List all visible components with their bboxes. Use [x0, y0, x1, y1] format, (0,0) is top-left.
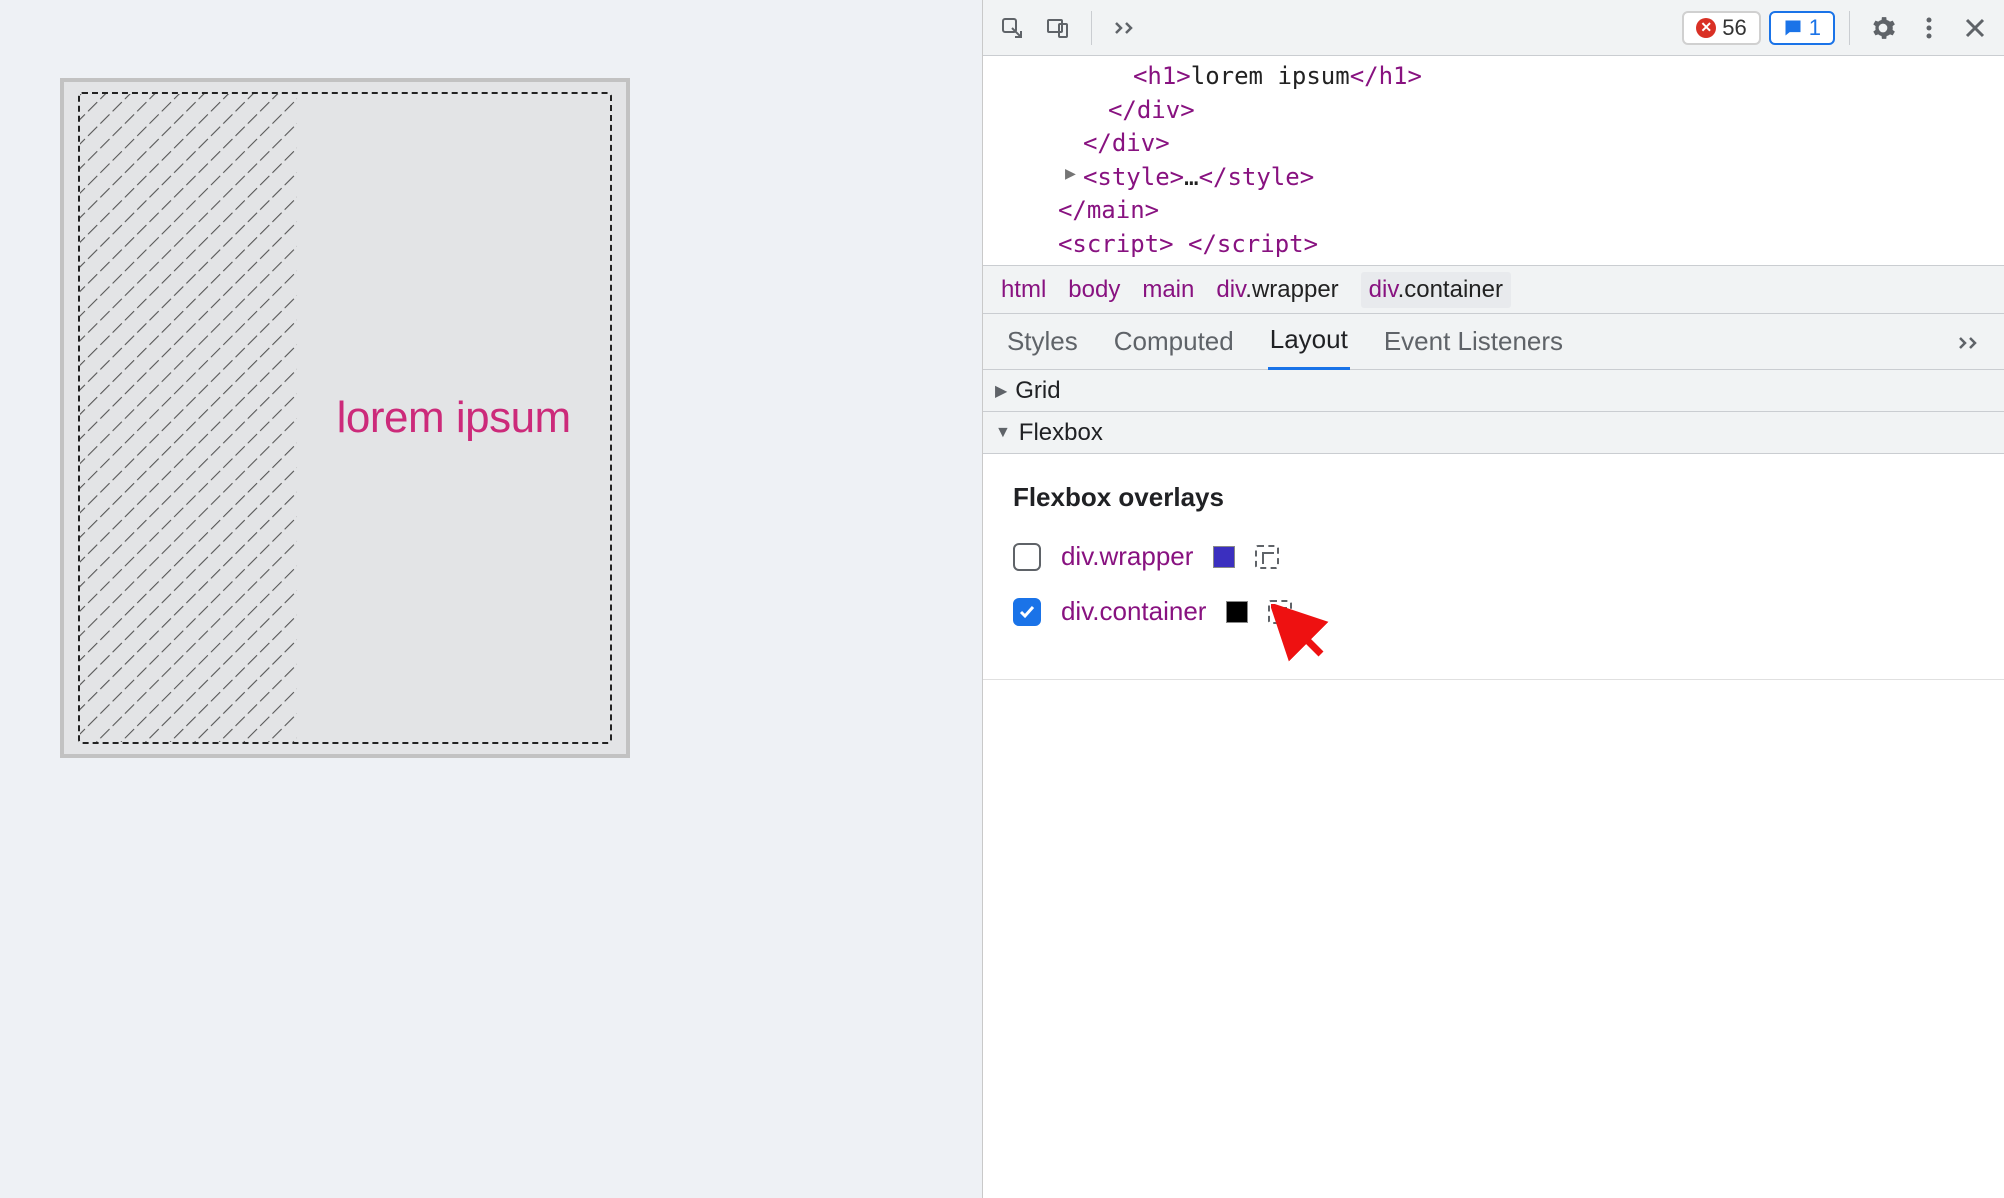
messages-count: 1 — [1809, 15, 1821, 41]
reveal-element-icon[interactable] — [1255, 545, 1279, 569]
tab-computed[interactable]: Computed — [1112, 316, 1236, 367]
dom-token: <style> — [1083, 163, 1184, 191]
error-icon: ✕ — [1696, 18, 1716, 38]
device-toggle-icon[interactable] — [1039, 9, 1077, 47]
settings-icon[interactable] — [1864, 9, 1902, 47]
close-icon[interactable] — [1956, 9, 1994, 47]
expand-caret-icon[interactable]: ▶ — [1065, 161, 1076, 186]
tab-layout[interactable]: Layout — [1268, 314, 1350, 370]
devtools-toolbar: ✕ 56 1 — [983, 0, 2004, 56]
heading-text: lorem ipsum — [337, 393, 571, 443]
elements-dom-tree[interactable]: <h1>lorem ipsum</h1> </div> </div> ▶ <sty… — [983, 56, 2004, 266]
dom-token: </div> — [1083, 129, 1170, 157]
devtools-panel: ✕ 56 1 <h1>lorem ipsum</h1> </div> </div… — [982, 0, 2004, 1198]
errors-count: 56 — [1722, 15, 1746, 41]
dom-token: </div> — [1108, 96, 1195, 124]
message-icon — [1783, 18, 1803, 38]
errors-badge[interactable]: ✕ 56 — [1682, 11, 1760, 45]
panel-title: Flexbox overlays — [1013, 482, 1974, 513]
crumb-html[interactable]: html — [1001, 276, 1046, 304]
app-root: lorem ipsum ✕ 56 1 — [0, 0, 2004, 1198]
section-flexbox[interactable]: ▼ Flexbox — [983, 412, 2004, 454]
flex-hatched-area — [80, 94, 297, 742]
color-swatch[interactable] — [1213, 546, 1235, 568]
caret-down-icon: ▼ — [995, 424, 1011, 442]
crumb-container[interactable]: div.container — [1361, 272, 1511, 308]
dom-token: lorem ipsum — [1191, 62, 1350, 90]
section-label: Flexbox — [1019, 419, 1103, 447]
crumb-body[interactable]: body — [1068, 276, 1120, 304]
dom-token: <script> </script> — [1058, 230, 1318, 258]
flex-overlay-inner: lorem ipsum — [78, 92, 612, 744]
overlay-selector[interactable]: div.container — [1061, 596, 1207, 627]
more-tabs-icon[interactable] — [1956, 316, 1982, 367]
sidebar-tabs: Styles Computed Layout Event Listeners — [983, 314, 2004, 370]
divider — [1091, 11, 1092, 45]
overlay-row-container: div.container — [1013, 596, 1974, 627]
dom-token: </h1> — [1350, 62, 1422, 90]
crumb-main[interactable]: main — [1142, 276, 1194, 304]
crumb-wrapper[interactable]: div.wrapper — [1216, 276, 1338, 304]
checkbox-container[interactable] — [1013, 598, 1041, 626]
messages-badge[interactable]: 1 — [1769, 11, 1835, 45]
caret-right-icon: ▶ — [995, 381, 1007, 401]
tab-event-listeners[interactable]: Event Listeners — [1382, 316, 1565, 367]
section-grid[interactable]: ▶ Grid — [983, 370, 2004, 412]
overlay-row-wrapper: div.wrapper — [1013, 541, 1974, 572]
divider — [1849, 11, 1850, 45]
tab-styles[interactable]: Styles — [1005, 316, 1080, 367]
inspect-icon[interactable] — [993, 9, 1031, 47]
flexbox-overlays-panel: Flexbox overlays div.wrapper div.contain… — [983, 454, 2004, 680]
color-swatch[interactable] — [1226, 601, 1248, 623]
flex-item-text: lorem ipsum — [297, 94, 610, 742]
flex-overlay-outer: lorem ipsum — [60, 78, 630, 758]
section-label: Grid — [1015, 377, 1060, 405]
more-tabs-icon[interactable] — [1106, 9, 1144, 47]
checkbox-wrapper[interactable] — [1013, 543, 1041, 571]
dom-token: </main> — [1058, 196, 1159, 224]
dom-token: … — [1184, 163, 1198, 191]
overlay-selector[interactable]: div.wrapper — [1061, 541, 1193, 572]
dom-token: </style> — [1199, 163, 1315, 191]
reveal-element-icon[interactable] — [1268, 600, 1292, 624]
page-preview: lorem ipsum — [0, 0, 982, 1198]
dom-token: <h1> — [1133, 62, 1191, 90]
breadcrumb: html body main div.wrapper div.container — [983, 266, 2004, 314]
kebab-menu-icon[interactable] — [1910, 9, 1948, 47]
